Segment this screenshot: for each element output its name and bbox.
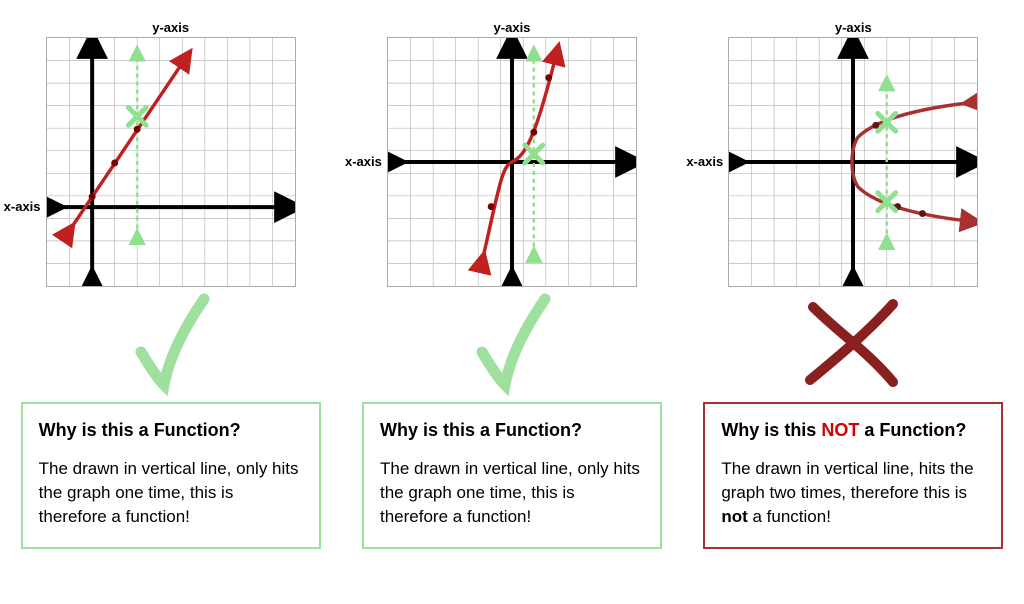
chart-svg-linear [46, 37, 296, 287]
y-axis-label: y-axis [835, 20, 872, 35]
explanation-question: Why is this a Function? [39, 418, 303, 443]
graph-curve [482, 53, 556, 261]
checkmark-icon [467, 287, 557, 397]
y-axis-label: y-axis [152, 20, 189, 35]
graph-cubic: x-axis [387, 37, 637, 292]
result-mark-pass [467, 282, 557, 402]
panel-linear: y-axis x-axis [11, 20, 331, 549]
explanation-box: Why is this a Function? The drawn in ver… [21, 402, 321, 549]
graph-sideways-parabola: x-axis [728, 37, 978, 292]
panel-cubic: y-axis x-axis [352, 20, 672, 549]
result-mark-fail [798, 282, 908, 402]
chart-svg-parabola [728, 37, 978, 287]
graph-linear: x-axis [46, 37, 296, 292]
explanation-body: The drawn in vertical line, only hits th… [380, 457, 644, 528]
panel-sideways-parabola: y-axis x-axis [693, 20, 1013, 549]
x-axis-label: x-axis [686, 154, 723, 169]
explanation-question: Why is this a Function? [380, 418, 644, 443]
explanation-body: The drawn in vertical line, only hits th… [39, 457, 303, 528]
x-axis-label: x-axis [345, 154, 382, 169]
x-axis-label: x-axis [4, 199, 41, 214]
explanation-box: Why is this NOT a Function? The drawn in… [703, 402, 1003, 549]
diagram-row: y-axis x-axis [10, 20, 1014, 549]
result-mark-pass [126, 282, 216, 402]
checkmark-icon [126, 287, 216, 397]
y-axis-label: y-axis [494, 20, 531, 35]
explanation-question: Why is this NOT a Function? [721, 418, 985, 443]
explanation-box: Why is this a Function? The drawn in ver… [362, 402, 662, 549]
chart-svg-cubic [387, 37, 637, 287]
explanation-body: The drawn in vertical line, hits the gra… [721, 457, 985, 528]
cross-icon [798, 292, 908, 392]
